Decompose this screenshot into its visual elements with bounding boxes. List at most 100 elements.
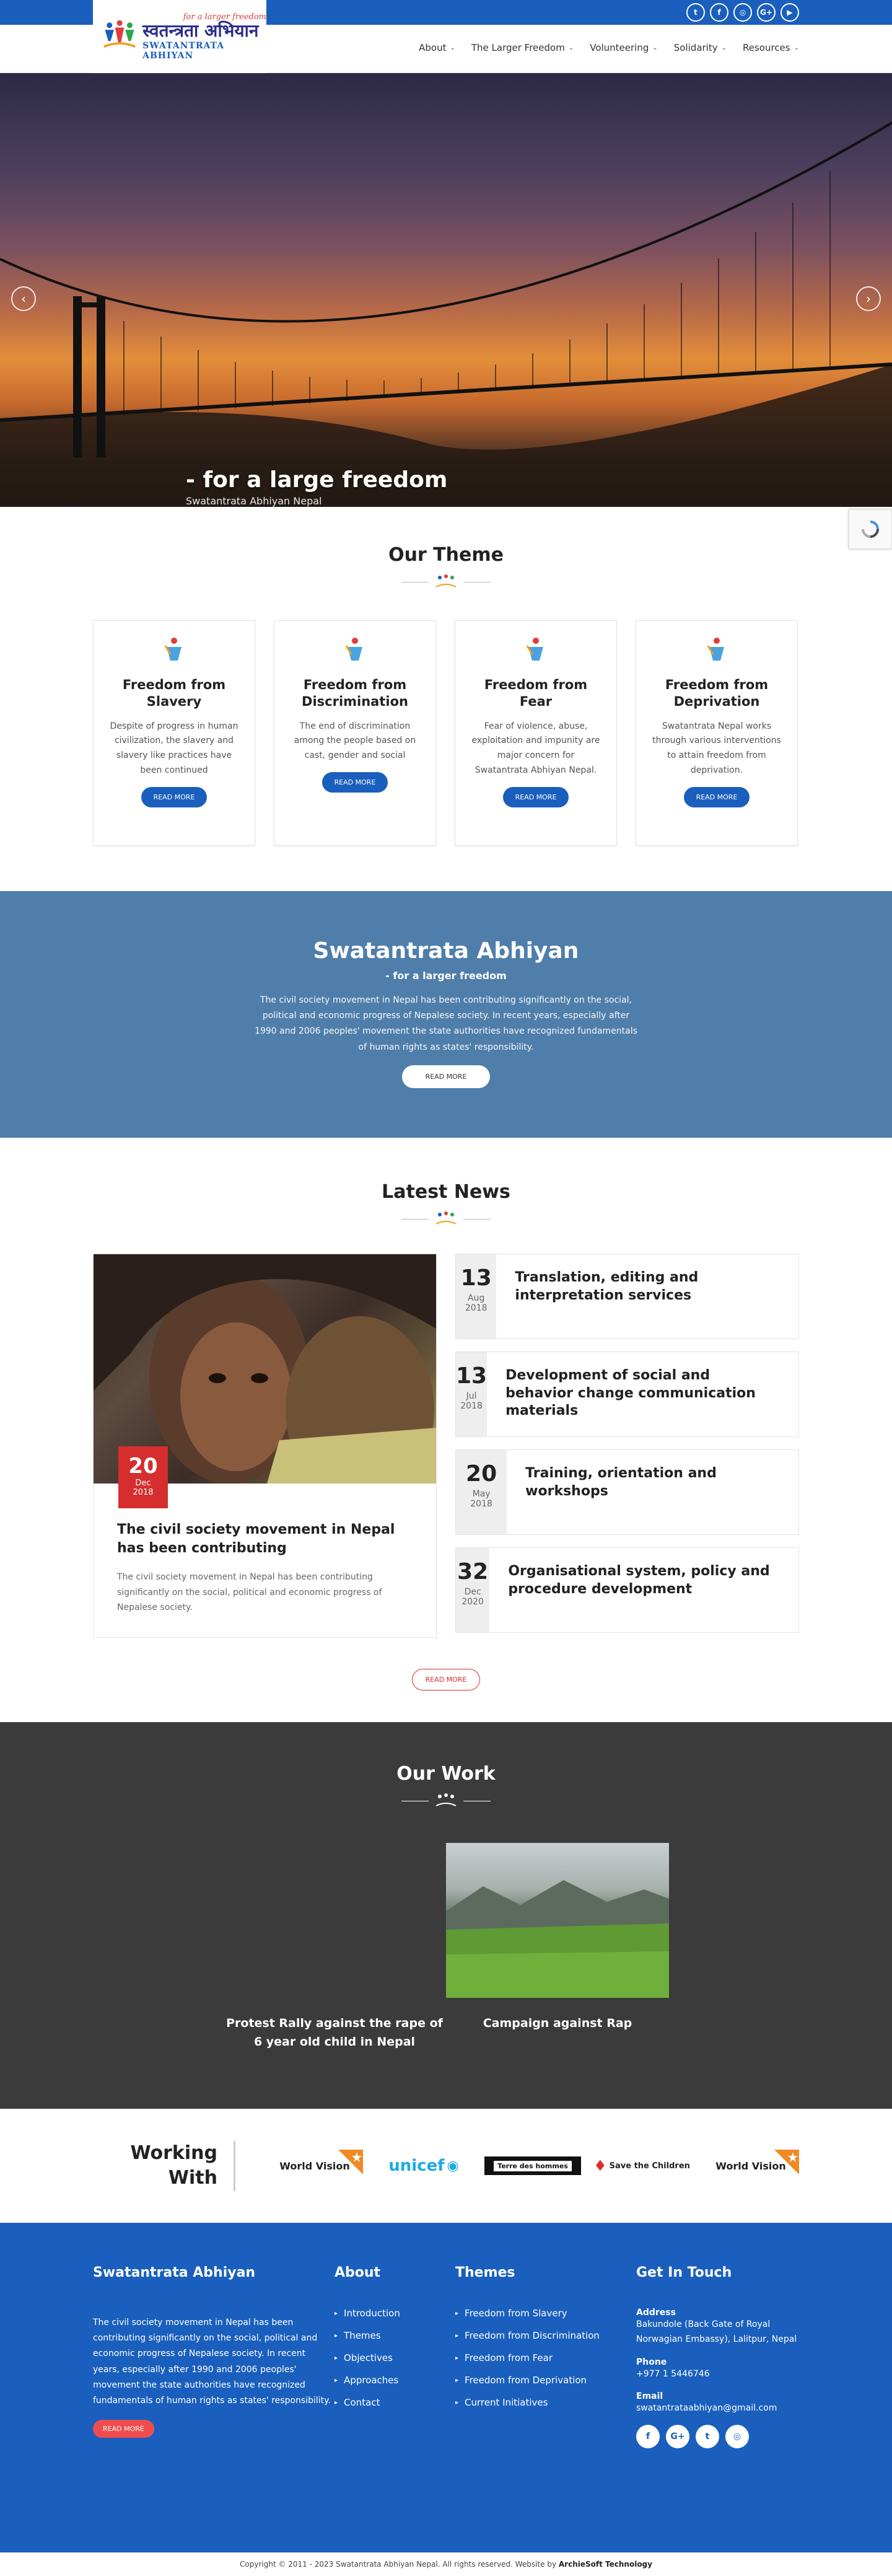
footer-link[interactable]: ▸ Freedom from Fear <box>455 2352 636 2363</box>
read-more-button[interactable]: READ MORE <box>321 771 388 793</box>
news-item[interactable]: 13 Jul 2018 Development of social and be… <box>455 1352 799 1437</box>
nav-solidarity[interactable]: Solidarity ⌄ <box>674 42 727 53</box>
partners-section: Working With World Vision unicef ◉ Terre… <box>0 2109 892 2223</box>
hero-subtitle: Swatantrata Abhiyan Nepal <box>186 495 322 507</box>
about-text: The civil society movement in Nepal has … <box>255 995 637 1052</box>
partner-logos: World Vision unicef ◉ Terre des hommes ♦… <box>266 2150 799 2182</box>
footer-link[interactable]: ▸ Objectives <box>334 2352 455 2363</box>
nav-label: Resources <box>743 42 790 53</box>
theme-card: Freedom from Slavery Despite of progress… <box>93 620 255 846</box>
footer-link[interactable]: ▸ Current Initiatives <box>455 2397 636 2408</box>
email-label: Email <box>636 2391 663 2402</box>
logo-devanagari: स्वतन्त्रता अभियान <box>142 20 259 42</box>
address-label: Address <box>636 2308 676 2318</box>
twitter-icon[interactable]: t <box>696 2425 719 2449</box>
logo-figures-icon <box>435 574 457 587</box>
footer-link-label: Contact <box>344 2397 380 2408</box>
recaptcha-badge[interactable] <box>849 509 892 549</box>
partner-logo-unicef[interactable]: unicef ◉ <box>375 2150 472 2182</box>
work-item-title[interactable]: Campaign against Rap <box>446 2014 669 2033</box>
footer-heading: About <box>334 2265 381 2280</box>
email-value[interactable]: swatantrataabhiyan@gmail.com <box>636 2401 799 2416</box>
logo-figures-icon <box>103 20 136 48</box>
nav-about[interactable]: About ⌄ <box>419 42 455 53</box>
site-footer: Swatantrata Abhiyan The civil society mo… <box>0 2223 892 2552</box>
google-plus-icon[interactable]: G+ <box>757 3 776 22</box>
work-item[interactable]: Campaign against Rap <box>446 1843 669 2078</box>
news-item[interactable]: 32 Dec 2020 Organisational system, polic… <box>455 1547 799 1633</box>
phone-value[interactable]: +977 1 5446746 <box>636 2367 799 2382</box>
read-more-button[interactable]: READ MORE <box>683 786 750 807</box>
news-section: Latest News 20 Dec 2018 The civil societ… <box>0 1138 892 1722</box>
footer-link-label: Freedom from Deprivation <box>465 2375 587 2386</box>
theme-card: Freedom from Deprivation Swatantrata Nep… <box>636 620 798 846</box>
news-date: 13 Jul 2018 <box>456 1352 488 1436</box>
world-vision-star-icon <box>774 2150 799 2174</box>
footer-link[interactable]: ▸ Freedom from Discrimination <box>455 2330 636 2341</box>
footer-read-more-button[interactable]: READ MORE <box>93 2420 154 2438</box>
nav-label: Solidarity <box>673 42 718 53</box>
section-title: Latest News <box>382 1181 510 1203</box>
date-month: Aug <box>468 1293 485 1303</box>
nav-volunteering[interactable]: Volunteering ⌄ <box>590 42 658 53</box>
date-month: Dec <box>464 1587 481 1597</box>
triangle-bullet-icon: ▸ <box>334 2399 338 2406</box>
partner-logo-terre-des-hommes[interactable]: Terre des hommes <box>484 2156 581 2175</box>
about-read-more-button[interactable]: READ MORE <box>401 1065 491 1088</box>
theme-icon <box>345 638 362 661</box>
news-date: 20 May 2018 <box>456 1450 507 1534</box>
instagram-icon[interactable]: ◎ <box>733 3 752 22</box>
news-item[interactable]: 20 May 2018 Training, orientation and wo… <box>455 1449 799 1535</box>
footer-link[interactable]: ▸ Introduction <box>334 2308 455 2319</box>
footer-about: Swatantrata Abhiyan The civil society mo… <box>93 2265 334 2448</box>
footer-link[interactable]: ▸ Freedom from Deprivation <box>455 2375 636 2386</box>
logo-english: SWATANTRATA ABHIYAN <box>142 40 225 61</box>
work-item-image <box>446 1843 669 1998</box>
footer-link[interactable]: ▸ Approaches <box>334 2375 455 2386</box>
footer-link[interactable]: ▸ Contact <box>334 2397 455 2408</box>
nav-larger-freedom[interactable]: The Larger Freedom ⌄ <box>471 42 574 53</box>
chevron-down-icon: ⌄ <box>568 44 574 51</box>
news-read-more-button[interactable]: READ MORE <box>412 1669 480 1690</box>
developer-link[interactable]: ArchieSoft Technology <box>559 2560 652 2569</box>
nav-resources[interactable]: Resources ⌄ <box>743 42 799 53</box>
section-divider <box>0 1793 892 1808</box>
address-value: Bakundole (Back Gate of Royal Norwagian … <box>636 2319 797 2344</box>
triangle-bullet-icon: ▸ <box>334 2377 338 2384</box>
footer-link-label: Approaches <box>344 2375 399 2386</box>
facebook-icon[interactable]: f <box>636 2425 660 2449</box>
youtube-icon[interactable]: ▶ <box>780 3 799 22</box>
news-item-title[interactable]: Training, orientation and workshops <box>507 1450 798 1534</box>
news-item[interactable]: 13 Aug 2018 Translation, editing and int… <box>455 1254 799 1339</box>
twitter-icon[interactable]: t <box>686 3 705 22</box>
featured-news-text: The civil society movement in Nepal has … <box>117 1572 382 1613</box>
facebook-icon[interactable]: f <box>710 3 728 22</box>
work-item[interactable]: Protest Rally against the rape of 6 year… <box>223 1843 446 2078</box>
news-item-title[interactable]: Organisational system, policy and proced… <box>489 1548 798 1632</box>
partner-logo-world-vision[interactable]: World Vision <box>266 2150 363 2182</box>
read-more-button[interactable]: READ MORE <box>502 786 569 807</box>
news-item-title[interactable]: Translation, editing and interpretation … <box>496 1254 798 1339</box>
hero-prev-button[interactable]: ‹ <box>11 286 36 311</box>
chevron-down-icon: ⌄ <box>721 44 727 51</box>
site-logo[interactable]: for a larger freedom स्वतन्त्रता अभियान … <box>93 0 266 73</box>
google-plus-icon[interactable]: G+ <box>666 2425 689 2449</box>
featured-news-card[interactable]: 20 Dec 2018 The civil society movement i… <box>93 1254 437 1638</box>
about-subtitle: - for a larger freedom <box>385 970 507 982</box>
read-more-button[interactable]: READ MORE <box>141 786 208 807</box>
partner-logo-world-vision[interactable]: World Vision <box>702 2150 799 2182</box>
footer-social-links: f G+ t ◎ <box>636 2425 799 2449</box>
site-header: for a larger freedom स्वतन्त्रता अभियान … <box>0 0 892 73</box>
unicef-globe-icon: ◉ <box>447 2158 459 2174</box>
partner-logo-save-the-children[interactable]: ♦ Save the Children <box>593 2150 690 2182</box>
hero-next-button[interactable]: › <box>856 286 881 311</box>
work-item-title[interactable]: Protest Rally against the rape of 6 year… <box>223 2014 446 2052</box>
footer-link[interactable]: ▸ Freedom from Slavery <box>455 2308 636 2319</box>
footer-heading: Get In Touch <box>636 2265 732 2280</box>
featured-news-title[interactable]: The civil society movement in Nepal has … <box>117 1521 413 1557</box>
footer-link[interactable]: ▸ Themes <box>334 2330 455 2341</box>
news-item-title[interactable]: Development of social and behavior chang… <box>487 1352 798 1436</box>
date-year: 2018 <box>470 1499 492 1509</box>
instagram-icon[interactable]: ◎ <box>725 2425 749 2449</box>
theme-card-text: Fear of violence, abuse, exploitation an… <box>471 721 600 775</box>
